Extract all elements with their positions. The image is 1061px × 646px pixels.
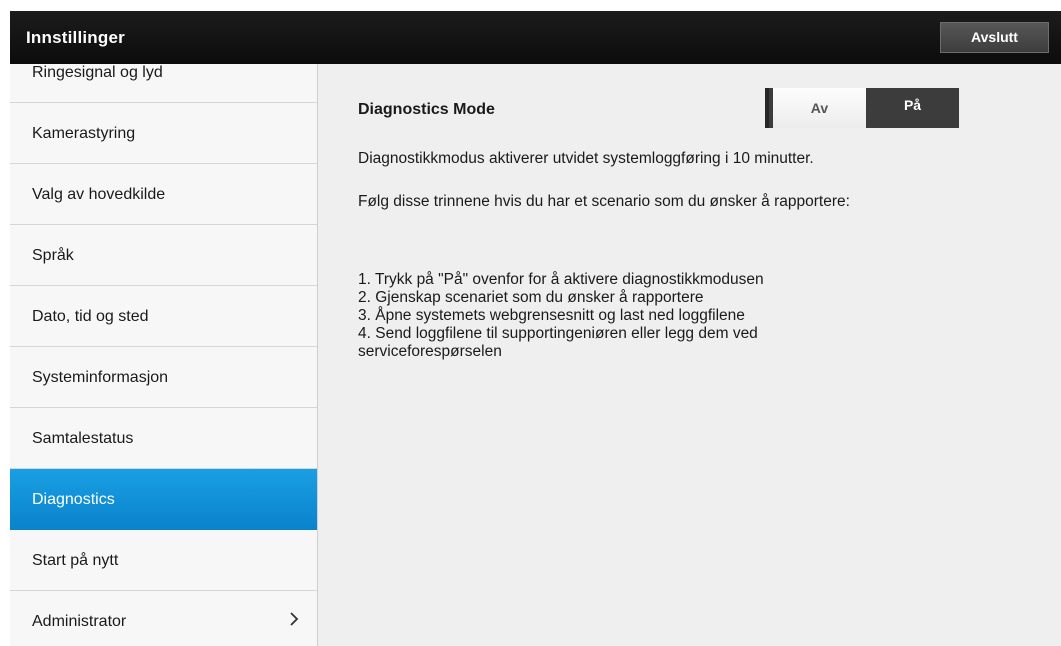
- list-item: 2. Gjenskap scenariet som du ønsker å ra…: [358, 289, 704, 306]
- sidebar-item-call-status[interactable]: Samtalestatus: [10, 408, 317, 469]
- sidebar-item-administrator[interactable]: Administrator: [10, 591, 317, 646]
- sidebar-item-label: Diagnostics: [32, 491, 115, 508]
- sidebar-item-ringtone-and-sound[interactable]: Ringesignal og lyd: [10, 64, 317, 103]
- diagnostics-mode-toggle[interactable]: Av På: [765, 88, 959, 128]
- sidebar-item-label: Valg av hovedkilde: [32, 186, 166, 203]
- chevron-right-icon: [289, 611, 299, 632]
- sidebar-item-camera-control[interactable]: Kamerastyring: [10, 103, 317, 164]
- sidebar-item-label: Systeminformasjon: [32, 369, 169, 386]
- diagnostics-description: Diagnostikkmodus aktiverer utvidet syste…: [358, 150, 814, 167]
- page-title: Innstillinger: [26, 28, 125, 47]
- sidebar-item-label: Samtalestatus: [32, 430, 134, 447]
- sidebar-item-label: Ringesignal og lyd: [32, 64, 163, 81]
- sidebar-item-label: Språk: [32, 247, 74, 264]
- diagnostics-panel: Diagnostics Mode Av På Diagnostikkmodus …: [318, 64, 1061, 646]
- instruction-steps: 1. Trykk på "På" ovenfor for å aktivere …: [358, 271, 898, 361]
- toggle-on-option[interactable]: På: [866, 88, 959, 124]
- diagnostics-mode-title: Diagnostics Mode: [358, 101, 495, 118]
- sidebar-item-diagnostics[interactable]: Diagnostics: [10, 469, 317, 530]
- instructions-intro: Følg disse trinnene hvis du har et scena…: [358, 193, 850, 210]
- sidebar-item-label: Dato, tid og sted: [32, 308, 149, 325]
- list-item: 3. Åpne systemets webgrensesnitt og last…: [358, 307, 745, 324]
- list-item: 1. Trykk på "På" ovenfor for å aktivere …: [358, 271, 764, 288]
- sidebar-item-date-time-location[interactable]: Dato, tid og sted: [10, 286, 317, 347]
- list-item: 4. Send loggfilene til supportingeniøren…: [358, 325, 758, 360]
- sidebar-item-label: Administrator: [32, 613, 127, 630]
- sidebar-item-language[interactable]: Språk: [10, 225, 317, 286]
- sidebar-item-label: Kamerastyring: [32, 125, 136, 142]
- sidebar-item-restart[interactable]: Start på nytt: [10, 530, 317, 591]
- settings-sidebar: Ringesignal og lyd Kamerastyring Valg av…: [10, 64, 318, 646]
- sidebar-item-main-source[interactable]: Valg av hovedkilde: [10, 164, 317, 225]
- sidebar-item-system-information[interactable]: Systeminformasjon: [10, 347, 317, 408]
- exit-button[interactable]: Avslutt: [940, 22, 1049, 53]
- settings-window: Innstillinger Avslutt Ringesignal og lyd…: [10, 11, 1061, 646]
- sidebar-item-label: Start på nytt: [32, 552, 119, 569]
- toggle-off-option[interactable]: Av: [773, 88, 866, 128]
- top-bar: Innstillinger Avslutt: [10, 11, 1061, 64]
